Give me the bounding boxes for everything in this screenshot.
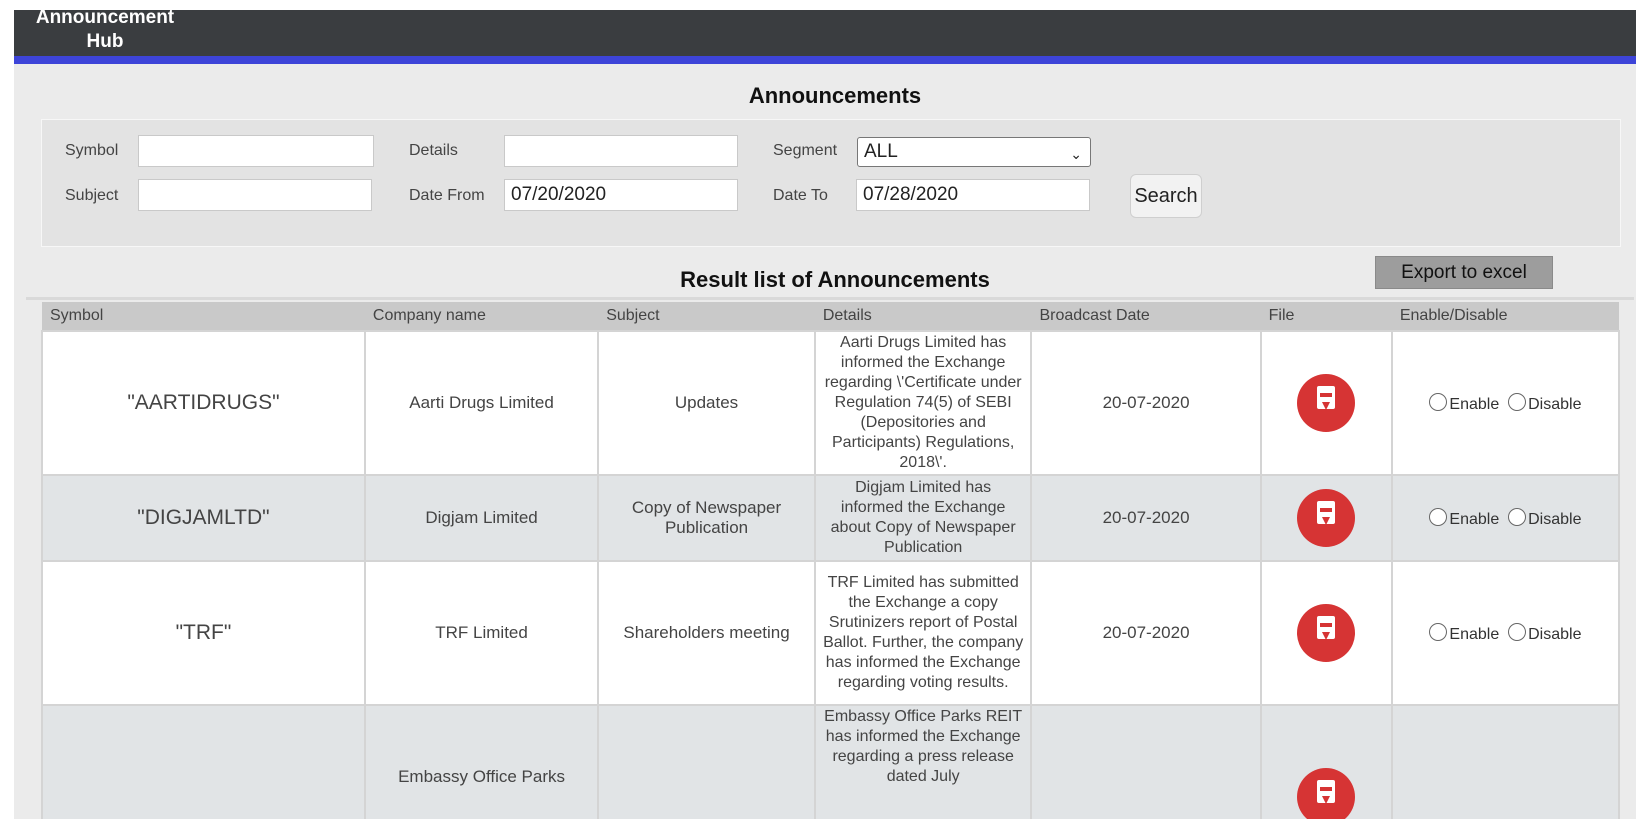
column-header[interactable]: File: [1260, 302, 1392, 331]
table-row: "DIGJAMLTD" Digjam Limited Copy of Newsp…: [41, 474, 1621, 562]
details-cell: Digjam Limited has informed the Exchange…: [813, 474, 1033, 562]
file-cell: [1259, 330, 1393, 476]
enable-disable-cell: Enable Disable: [1390, 560, 1621, 706]
enable-radio[interactable]: [1429, 507, 1448, 526]
disable-label: Disable: [1528, 625, 1582, 643]
enable-label: Enable: [1449, 510, 1500, 528]
column-header[interactable]: Details: [814, 302, 1032, 331]
details-cell: TRF Limited has submitted the Exchange a…: [813, 560, 1033, 706]
broadcast-date-cell: [1030, 704, 1262, 819]
table-row: "TRF" TRF Limited Shareholders meeting T…: [41, 560, 1621, 706]
file-cell: [1259, 704, 1393, 819]
disable-radio[interactable]: [1508, 507, 1527, 526]
company-cell: Embassy Office Parks: [363, 704, 600, 819]
enable-disable-cell: [1390, 704, 1621, 819]
brand-line2: Hub: [86, 31, 124, 52]
enable-disable-cell: Enable Disable: [1390, 474, 1621, 562]
column-header[interactable]: Company name: [364, 302, 599, 331]
date-to-label: Date To: [773, 187, 828, 204]
disable-label: Disable: [1528, 510, 1582, 528]
disable-radio[interactable]: [1508, 622, 1527, 641]
table-row: Embassy Office Parks Embassy Office Park…: [41, 704, 1621, 819]
details-input[interactable]: [504, 135, 738, 167]
subject-label: Subject: [65, 187, 119, 204]
enable-label: Enable: [1449, 625, 1500, 643]
subject-input[interactable]: [138, 179, 372, 211]
pdf-download-icon[interactable]: [1297, 374, 1356, 432]
page-title: Announcements: [748, 83, 922, 108]
top-bar: Announcement Hub: [14, 10, 1636, 64]
company-cell: Aarti Drugs Limited: [363, 330, 600, 476]
pdf-download-icon[interactable]: [1297, 604, 1356, 662]
company-cell: TRF Limited: [363, 560, 600, 706]
results-table: Symbol Company name Subject Details Broa…: [41, 302, 1621, 819]
table-row: "AARTIDRUGS" Aarti Drugs Limited Updates…: [41, 330, 1621, 476]
details-cell: Embassy Office Parks REIT has informed t…: [813, 704, 1033, 819]
enable-radio[interactable]: [1429, 622, 1448, 641]
broadcast-date-cell: 20-07-2020: [1030, 330, 1262, 476]
file-cell: [1259, 474, 1393, 562]
symbol-cell: "AARTIDRUGS": [41, 330, 366, 476]
subject-cell: Copy of Newspaper Publication: [597, 474, 816, 562]
column-header[interactable]: Enable/Disable: [1391, 302, 1619, 331]
symbol-cell: "TRF": [41, 560, 366, 706]
symbol-cell: "DIGJAMLTD": [41, 474, 366, 562]
export-to-excel-button[interactable]: Export to excel: [1375, 256, 1553, 289]
broadcast-date-cell: 20-07-2020: [1030, 560, 1262, 706]
disable-radio[interactable]: [1508, 392, 1527, 411]
pdf-download-icon[interactable]: [1297, 489, 1356, 547]
subject-cell: Shareholders meeting: [597, 560, 816, 706]
brand-logo[interactable]: Announcement Hub: [30, 10, 180, 54]
date-to-input[interactable]: 07/28/2020: [856, 179, 1090, 211]
date-from-label: Date From: [409, 187, 485, 204]
broadcast-date-cell: 20-07-2020: [1030, 474, 1262, 562]
date-from-input[interactable]: 07/20/2020: [504, 179, 738, 211]
segment-select-value: ALL: [864, 141, 898, 162]
enable-radio[interactable]: [1429, 392, 1448, 411]
details-label: Details: [409, 142, 458, 159]
column-header[interactable]: Broadcast Date: [1031, 302, 1261, 331]
segment-select[interactable]: ALL ⌄: [857, 137, 1091, 167]
column-header[interactable]: Symbol: [42, 302, 365, 331]
disable-label: Disable: [1528, 395, 1582, 413]
enable-label: Enable: [1449, 395, 1500, 413]
symbol-label: Symbol: [65, 142, 119, 159]
symbol-input[interactable]: [138, 135, 374, 167]
table-header-row: Symbol Company name Subject Details Broa…: [42, 302, 1619, 331]
company-cell: Digjam Limited: [363, 474, 600, 562]
subject-cell: Updates: [597, 330, 816, 476]
details-cell: Aarti Drugs Limited has informed the Exc…: [813, 330, 1033, 476]
enable-disable-cell: Enable Disable: [1390, 330, 1621, 476]
chevron-down-icon: ⌄: [1070, 146, 1082, 162]
brand-line1: Announcement: [35, 10, 175, 28]
pdf-download-icon[interactable]: [1297, 768, 1356, 819]
segment-label: Segment: [773, 142, 838, 159]
subject-cell: [597, 704, 816, 819]
symbol-cell: [41, 704, 366, 819]
file-cell: [1259, 560, 1393, 706]
column-header[interactable]: Subject: [598, 302, 815, 331]
app-frame: Announcement Hub Announcements Symbol De…: [14, 10, 1636, 819]
search-button[interactable]: Search: [1130, 174, 1202, 218]
